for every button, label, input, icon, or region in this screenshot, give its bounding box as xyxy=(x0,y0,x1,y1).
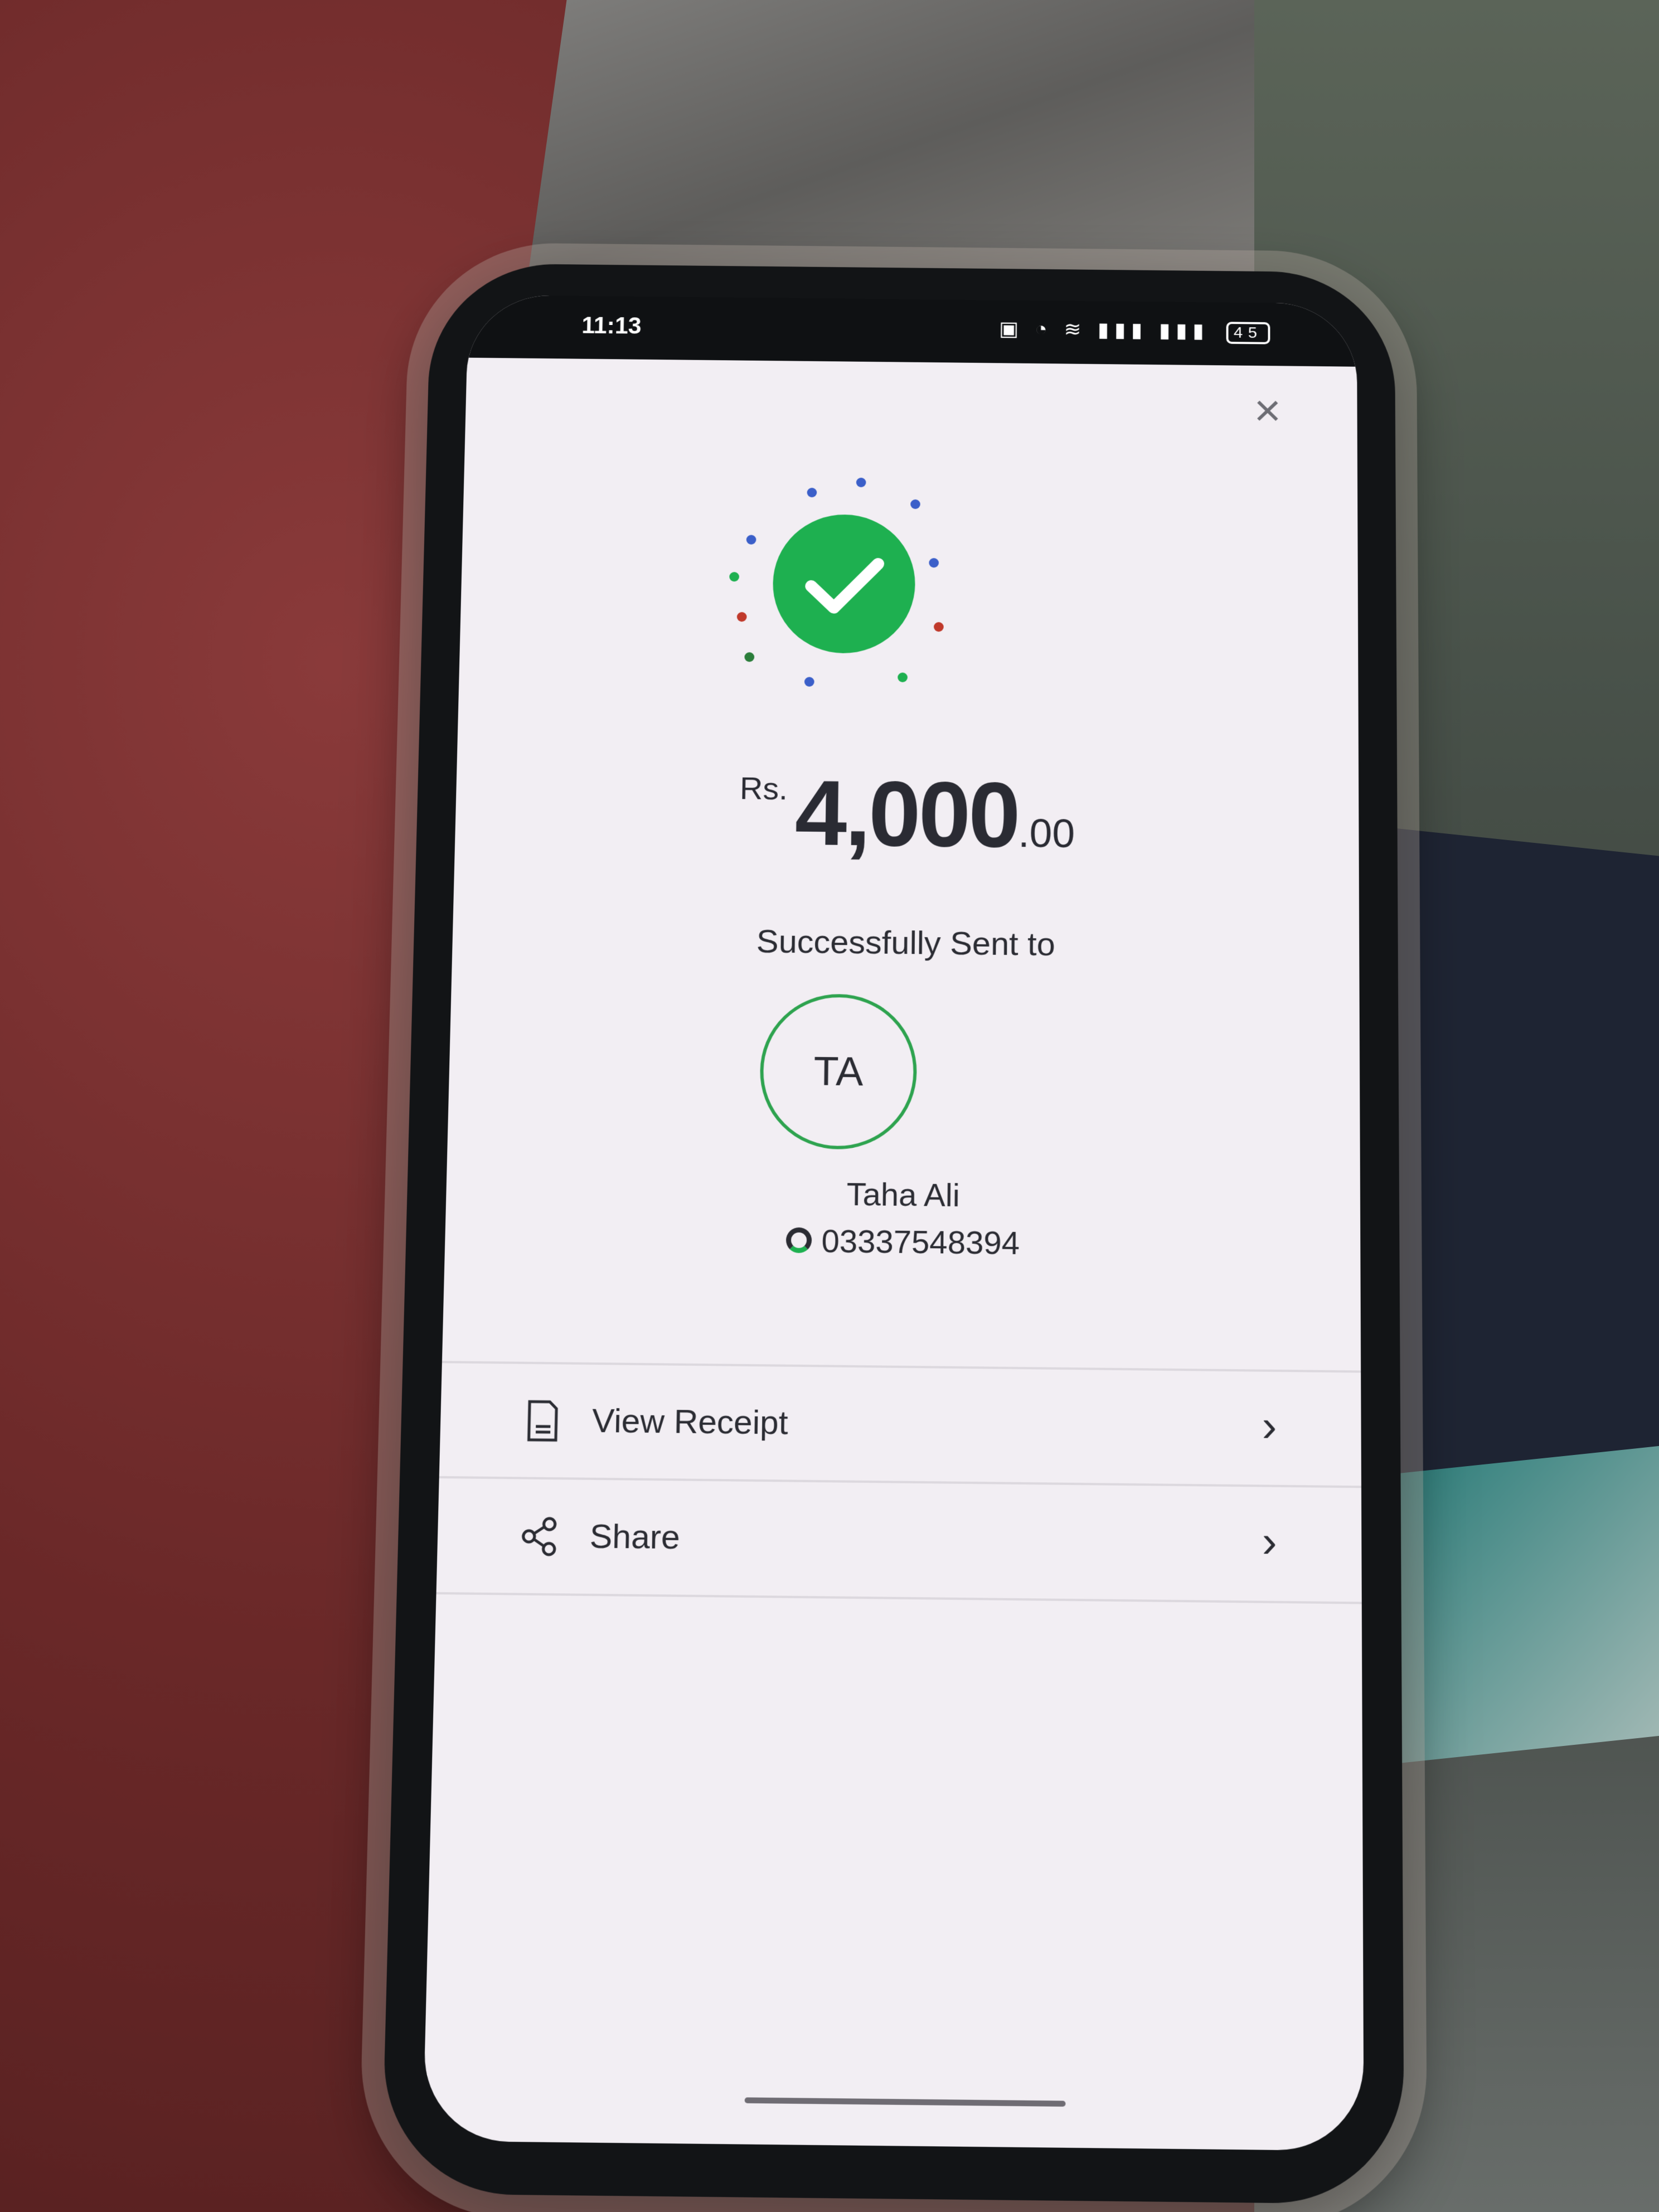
confetti-dot xyxy=(856,477,866,488)
signal-icon-2: ▮▮▮ xyxy=(1159,319,1210,342)
chevron-right-icon: › xyxy=(1262,1516,1277,1567)
recipient-number-row: 03337548394 xyxy=(445,1219,1361,1265)
home-indicator[interactable] xyxy=(744,2097,1066,2107)
confetti-dot xyxy=(729,571,740,582)
phone-screen: 11:13 ▣ ◔ ≋ ▮▮▮ ▮▮▮ 45 × Rs.4,000.00 Suc… xyxy=(423,294,1364,2151)
status-bar: 11:13 ▣ ◔ ≋ ▮▮▮ ▮▮▮ 45 xyxy=(467,294,1357,367)
recipient-name: Taha Ali xyxy=(846,1176,961,1214)
share-icon xyxy=(516,1512,565,1560)
amount-currency: Rs. xyxy=(739,770,788,807)
signal-icon: ▮▮▮ xyxy=(1098,319,1148,342)
view-receipt-button[interactable]: View Receipt › xyxy=(439,1364,1361,1486)
recipient-number: 03337548394 xyxy=(821,1223,1020,1262)
confetti-dot xyxy=(804,677,814,687)
share-label: Share xyxy=(589,1517,681,1556)
close-icon[interactable]: × xyxy=(1249,385,1287,436)
success-badge xyxy=(722,465,966,702)
view-receipt-label: View Receipt xyxy=(591,1401,789,1442)
receipt-icon xyxy=(518,1397,566,1445)
confetti-dot xyxy=(929,557,939,568)
confetti-dot xyxy=(934,622,944,632)
amount-display: Rs.4,000.00 xyxy=(454,756,1359,872)
confetti-dot xyxy=(746,535,756,545)
share-button[interactable]: Share › xyxy=(436,1479,1362,1602)
background-card xyxy=(1382,1445,1659,1765)
confetti-dot xyxy=(807,487,817,498)
wallet-logo-icon xyxy=(785,1227,812,1253)
status-icons: ▣ ◔ ≋ ▮▮▮ ▮▮▮ 45 xyxy=(998,317,1270,345)
chevron-right-icon: › xyxy=(1262,1400,1277,1451)
phone: 11:13 ▣ ◔ ≋ ▮▮▮ ▮▮▮ 45 × Rs.4,000.00 Suc… xyxy=(381,263,1405,2205)
amount-decimal: .00 xyxy=(1018,810,1075,856)
alarm-icon: ◔ xyxy=(1035,318,1053,341)
confetti-dot xyxy=(898,672,908,682)
checkmark-icon xyxy=(772,514,916,654)
battery-icon: 45 xyxy=(1226,322,1270,345)
amount-main: 4,000 xyxy=(794,761,1019,867)
avatar: TA xyxy=(759,993,918,1150)
status-message: Successfully Sent to xyxy=(756,923,1056,963)
confetti-dot xyxy=(744,652,755,662)
status-time: 11:13 xyxy=(581,312,642,339)
wifi-icon: ≋ xyxy=(1064,318,1087,341)
confetti-dot xyxy=(910,499,920,510)
nfc-icon: ▣ xyxy=(998,318,1024,341)
confetti-dot xyxy=(736,612,747,622)
success-circle xyxy=(772,513,916,654)
